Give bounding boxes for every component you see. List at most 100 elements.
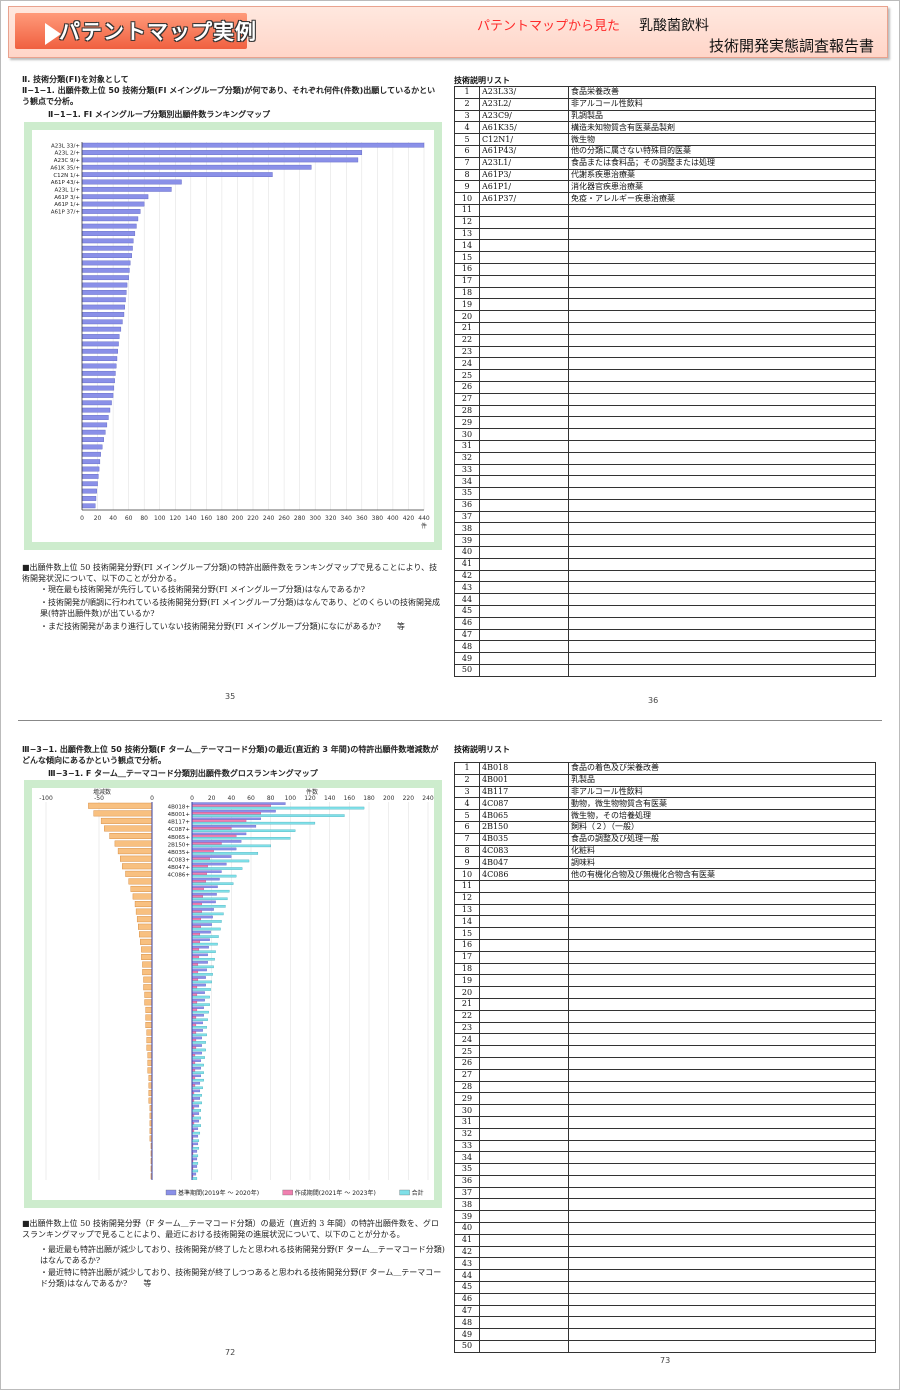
base-bar [191,945,209,949]
bar [81,260,131,266]
page-number: 36 [648,696,659,705]
table-row: 24 [454,357,876,371]
recent-bar [191,804,271,808]
table-row: 11 [454,203,876,217]
recent-bar [191,925,201,929]
bar [81,385,115,391]
cell-desc: 免疫・アレルギー疾患治療薬 [568,192,876,205]
table-row: 50 [454,1340,876,1353]
cell-empty [568,1281,876,1294]
cell-no: 47 [454,1304,480,1318]
total-bar [191,935,219,938]
table-row: 17 [454,950,876,964]
table-row: 11 [454,879,876,893]
cell-empty [568,510,876,524]
recent-bar [191,887,204,891]
table-row: 44 [454,593,876,607]
recent-bar [191,865,208,868]
total-bar [191,844,271,848]
cell-desc: 他の分類に属さない特殊目的医薬 [568,144,876,158]
base-bar [191,870,222,873]
cell-code: 4C083 [479,844,569,858]
total-bar [191,829,296,832]
table-row: 43 [454,581,876,595]
tick-label: 240 [422,795,434,802]
tick-label: -100 [39,795,53,802]
table-row: 46 [454,616,876,630]
cell-code: A23L2/ [479,97,569,111]
bar [81,267,130,273]
cell-empty [568,1151,876,1165]
table-row: 15 [454,251,876,264]
table-row: 45 [454,1281,876,1294]
chart-canvas: 0 20 40 60 80 100 120 140 160 180 200 220 240 260 280 3… [32,130,434,542]
base-bar [191,847,237,851]
cell-empty [479,581,569,595]
legend-label: 作成期間(2021年 〜 2023年) [295,1189,376,1197]
cell-empty [479,915,569,929]
section-heading: Ⅱ. 技術分類(FI)を対象として [22,75,129,84]
bar [81,172,273,177]
cell-no: 17 [454,950,480,964]
tick-label: 0 [150,795,154,802]
base-bar [191,1089,201,1093]
cell-no: 35 [454,487,480,500]
gross-ranking-chart: 増減数 件数-100 -50 0 0 20 40 60 80 100 120 140 160 180 200… [39,788,434,1197]
cell-empty [568,251,876,264]
diff-bar [145,1006,153,1013]
diff-bar [135,908,153,915]
table-row: 42 [454,1245,876,1259]
tick-label: 360 [356,515,368,522]
cell-empty [568,1340,876,1353]
bar [81,312,125,317]
cell-empty [568,534,876,548]
cell-empty [568,380,876,394]
table-row: 38 [454,1198,876,1212]
chart-title: Ⅲ−3−1. F ターム＿テーマコード分類別出願件数グロスランキングマップ [48,769,318,778]
table-row: 6 A61P43/他の分類に属さない特殊目的医薬 [454,144,876,158]
cell-empty [479,357,569,371]
cell-desc: 飼料（２）（一般） [568,820,876,834]
recent-bar [191,993,198,997]
axis-label: 件 [421,522,427,530]
cell-empty [568,274,876,288]
cell-no: 36 [454,498,480,512]
bar [81,223,137,229]
cell-empty [479,522,569,536]
notes-intro: ■出願件数上位 50 技術開発分野(FI メイングループ分類)の特許出願件数をラ… [22,563,438,583]
cell-empty [479,416,569,430]
cell-no: 40 [454,546,480,559]
tick-label: 240 [263,515,275,522]
total-bar [191,1124,201,1127]
table-row: 42 [454,569,876,583]
tick-label: 160 [201,515,213,522]
cell-empty [568,416,876,430]
table-row: 1 A23L33/食品栄養改善 [454,86,876,99]
cell-no: 30 [454,1104,480,1117]
cell-empty [479,463,569,477]
cell-empty [479,404,569,418]
cell-empty [568,950,876,964]
total-bar [191,897,228,901]
table-row: 23 [454,345,876,359]
cell-code: A23L33/ [479,86,569,99]
category-label: 4B117+ [168,820,191,826]
notes-item: ・最近特に特許出願が減少しており、技術開発が終了しつつあると思われる技術開発分野… [40,1268,442,1288]
cell-no: 25 [454,1045,480,1058]
recent-bar [191,1023,197,1027]
cell-empty [568,938,876,952]
tick-label: 340 [341,515,353,522]
category-label: 4B001+ [168,812,191,818]
total-bar [191,942,218,946]
table-row: 24 [454,1033,876,1047]
total-bar [191,1154,199,1158]
table-row: 4 A61K35/構造未知物質含有医薬品製剤 [454,121,876,135]
cell-no: 16 [454,262,480,276]
category-label: 4C086+ [168,873,191,879]
cell-empty [568,593,876,607]
cell-empty [479,879,569,893]
table-row: 20 [454,986,876,999]
cell-empty [479,1316,569,1330]
total-bar [191,920,222,923]
cell-desc: 食品栄養改善 [568,86,876,99]
